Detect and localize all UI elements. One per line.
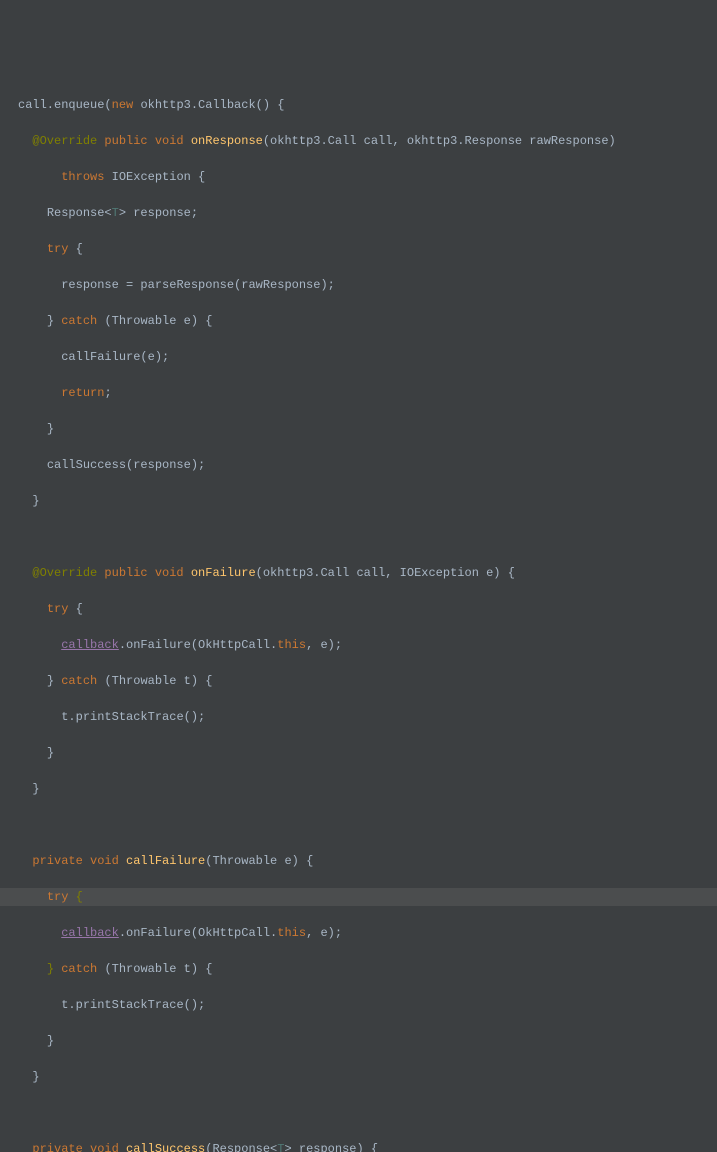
code-line: } [18, 492, 717, 510]
code-line [18, 1104, 717, 1122]
code-text: (Throwable t) { [104, 962, 212, 976]
method-name: callSuccess [126, 1142, 205, 1152]
params: (okhttp3.Call call, okhttp3.Response raw… [263, 134, 616, 148]
code-text: call.enqueue( [18, 98, 112, 112]
code-line: } [18, 744, 717, 762]
code-line: response = parseResponse(rawResponse); [18, 276, 717, 294]
code-text: okhttp3.Callback() { [140, 98, 284, 112]
kw-try: try [47, 890, 76, 904]
kw-catch: catch [61, 962, 104, 976]
kw-try: try [47, 602, 76, 616]
field-ref: callback [61, 926, 119, 940]
code-text: callSuccess(response); [47, 458, 205, 472]
brace: { [76, 890, 83, 904]
code-line: return; [18, 384, 717, 402]
params: (Throwable e) { [205, 854, 313, 868]
code-text: { [76, 242, 83, 256]
kw-throws: throws [61, 170, 111, 184]
field-ref: callback [61, 638, 119, 652]
code-text: (Throwable e) { [104, 314, 212, 328]
annotation: @Override [32, 134, 104, 148]
code-line: t.printStackTrace(); [18, 996, 717, 1014]
code-line [18, 528, 717, 546]
code-text: } [47, 746, 54, 760]
code-text: } [32, 782, 39, 796]
code-text: callFailure(e); [61, 350, 169, 364]
code-line: t.printStackTrace(); [18, 708, 717, 726]
code-line: } catch (Throwable e) { [18, 312, 717, 330]
method-name: onResponse [191, 134, 263, 148]
code-text: } [32, 494, 39, 508]
code-text: } [32, 1070, 39, 1084]
code-line: call.enqueue(new okhttp3.Callback() { [18, 96, 717, 114]
code-text: (Throwable t) { [104, 674, 212, 688]
code-text: .onFailure(OkHttpCall. [119, 638, 277, 652]
generic-type: T [277, 1142, 284, 1152]
kw-this: this [277, 926, 306, 940]
code-text: t.printStackTrace(); [61, 710, 205, 724]
code-line: try { [18, 240, 717, 258]
code-line: callFailure(e); [18, 348, 717, 366]
kw-return: return [61, 386, 104, 400]
method-name: callFailure [126, 854, 205, 868]
method-name: onFailure [191, 566, 256, 580]
kw-catch: catch [61, 314, 104, 328]
code-text: { [76, 602, 83, 616]
code-line: } catch (Throwable t) { [18, 672, 717, 690]
code-text: ; [104, 386, 111, 400]
highlighted-line: try { [0, 888, 717, 906]
code-line: private void callSuccess(Response<T> res… [18, 1140, 717, 1152]
code-line: throws IOException { [18, 168, 717, 186]
kw-modifier: public void [104, 134, 190, 148]
code-line: } catch (Throwable t) { [18, 960, 717, 978]
kw-new: new [112, 98, 141, 112]
code-line: } [18, 420, 717, 438]
kw-modifier: private void [32, 854, 126, 868]
code-text: t.printStackTrace(); [61, 998, 205, 1012]
code-text: , e); [306, 638, 342, 652]
code-line: Response<T> response; [18, 204, 717, 222]
code-line: @Override public void onFailure(okhttp3.… [18, 564, 717, 582]
code-line: callSuccess(response); [18, 456, 717, 474]
code-text: response = parseResponse(rawResponse); [61, 278, 335, 292]
code-editor[interactable]: call.enqueue(new okhttp3.Callback() { @O… [18, 78, 717, 1152]
kw-catch: catch [61, 674, 104, 688]
code-text: } [47, 674, 61, 688]
annotation: @Override [32, 566, 104, 580]
kw-modifier: private void [32, 1142, 126, 1152]
code-text: } [47, 314, 61, 328]
kw-this: this [277, 638, 306, 652]
code-text: .onFailure(OkHttpCall. [119, 926, 277, 940]
code-line: private void callFailure(Throwable e) { [18, 852, 717, 870]
code-text: Response< [47, 206, 112, 220]
params: (okhttp3.Call call, IOException e) { [256, 566, 515, 580]
code-line: callback.onFailure(OkHttpCall.this, e); [18, 636, 717, 654]
code-text: } [47, 422, 54, 436]
generic-type: T [112, 206, 119, 220]
brace: } [47, 962, 61, 976]
params: > response) { [284, 1142, 378, 1152]
params: (Response< [205, 1142, 277, 1152]
kw-modifier: public void [104, 566, 190, 580]
code-line: } [18, 1032, 717, 1050]
code-line: callback.onFailure(OkHttpCall.this, e); [18, 924, 717, 942]
kw-try: try [47, 242, 76, 256]
code-text: > response; [119, 206, 198, 220]
code-line [18, 816, 717, 834]
code-text: } [47, 1034, 54, 1048]
code-text: IOException { [112, 170, 206, 184]
code-line: try { [18, 600, 717, 618]
code-line: @Override public void onResponse(okhttp3… [18, 132, 717, 150]
code-text: , e); [306, 926, 342, 940]
code-line: } [18, 1068, 717, 1086]
code-line: } [18, 780, 717, 798]
